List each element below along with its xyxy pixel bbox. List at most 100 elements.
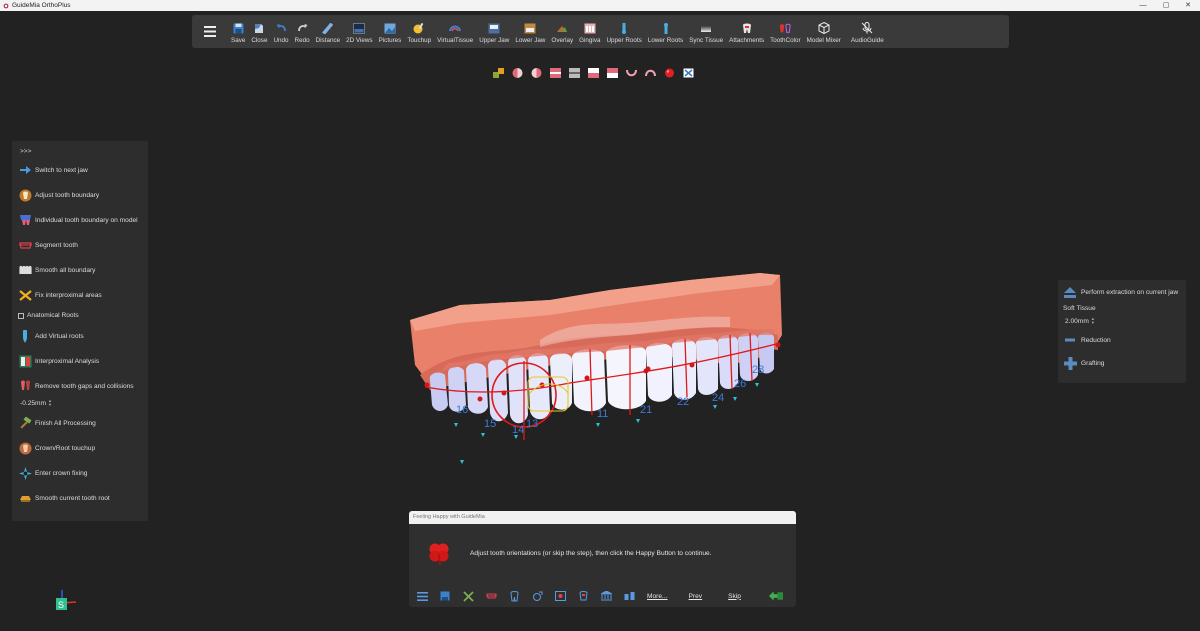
- cyan-marker: [514, 435, 518, 439]
- view-lower-arch-icon[interactable]: [624, 67, 638, 79]
- tooth-number-22: 22: [677, 396, 689, 408]
- spin-arrows-icon[interactable]: ▲ ▼: [1091, 317, 1095, 325]
- view-left-icon[interactable]: [510, 67, 524, 79]
- happy-clover-icon[interactable]: [426, 540, 452, 566]
- smooth-root-label: Smooth current tooth root: [35, 494, 110, 502]
- hamburger-icon: [204, 26, 216, 37]
- cyan-marker: [596, 423, 600, 427]
- adjust-tooth-boundary-button[interactable]: Adjust tooth boundary: [18, 188, 142, 202]
- smooth-all-boundary-button[interactable]: Smooth all boundary: [18, 263, 142, 277]
- finish-processing-button[interactable]: Finish All Processing: [18, 416, 142, 430]
- attachments-label: Attachments: [729, 37, 765, 44]
- gingiva-button[interactable]: Gingiva: [576, 15, 603, 48]
- redo-button[interactable]: Redo: [292, 15, 313, 48]
- anatomical-roots-checkbox[interactable]: Anatomical Roots: [18, 312, 142, 319]
- minimize-button[interactable]: —: [1136, 0, 1150, 11]
- cyan-marker: [636, 419, 640, 423]
- soft-tissue-spinbox[interactable]: 2.00mm ▲ ▼: [1063, 317, 1181, 325]
- view-sphere-icon[interactable]: [662, 67, 676, 79]
- switch-next-jaw-button[interactable]: Switch to next jaw: [18, 163, 142, 177]
- remove-gaps-button[interactable]: Remove tooth gaps and collisions: [18, 379, 142, 393]
- enter-crown-fixing-button[interactable]: Enter crown fixing: [18, 466, 142, 480]
- guide-save-icon[interactable]: [438, 589, 452, 603]
- tooth-number-21: 21: [640, 404, 652, 416]
- guide-teeth-icon[interactable]: [622, 589, 636, 603]
- virtual-tissue-button[interactable]: VirtualTissue: [434, 15, 476, 48]
- spin-arrows-icon[interactable]: ▲ ▼: [48, 399, 52, 407]
- upper-jaw-label: Upper Jaw: [479, 37, 510, 44]
- view-top-icon[interactable]: [586, 67, 600, 79]
- lower-roots-button[interactable]: Lower Roots: [645, 15, 686, 48]
- view-3d-icon[interactable]: [491, 67, 505, 79]
- minus-icon: [1063, 333, 1077, 347]
- close-window-button[interactable]: ✕: [1181, 0, 1195, 11]
- guide-building-icon[interactable]: [599, 589, 613, 603]
- grafting-button[interactable]: Grafting: [1063, 356, 1181, 370]
- segment-tooth-button[interactable]: Segment tooth: [18, 238, 142, 252]
- cyan-marker: [733, 397, 737, 401]
- gap-value-spinbox[interactable]: -0.25mm ▲ ▼: [18, 399, 142, 407]
- tooth-color-button[interactable]: ToothColor: [767, 15, 803, 48]
- lower-jaw-button[interactable]: Lower Jaw: [512, 15, 548, 48]
- sync-tissue-button[interactable]: Sync Tissue: [686, 15, 726, 48]
- skip-link[interactable]: Skip: [728, 593, 741, 600]
- crown-root-touchup-button[interactable]: Crown/Root touchup: [18, 441, 142, 455]
- attachments-button[interactable]: Attachments: [726, 15, 767, 48]
- guide-attachment-icon[interactable]: [576, 589, 590, 603]
- more-link[interactable]: More...: [647, 593, 668, 600]
- dental-model-viewport[interactable]: 16 15 14 13 11 21 22 24 26 28: [400, 265, 790, 475]
- anatomical-roots-box[interactable]: [18, 312, 24, 319]
- crown-fixing-icon: [18, 466, 32, 480]
- 2d-views-button[interactable]: 2D Views: [343, 15, 375, 48]
- sync-tissue-icon: [700, 22, 712, 34]
- audio-guide-label: AudioGuide: [850, 37, 884, 44]
- view-bottom-icon[interactable]: [605, 67, 619, 79]
- touchup-button[interactable]: Touchup: [404, 15, 434, 48]
- guide-segment-icon[interactable]: [484, 589, 498, 603]
- arrow-right-icon: [18, 163, 32, 177]
- reduction-button[interactable]: Reduction: [1063, 333, 1181, 347]
- upper-roots-button[interactable]: Upper Roots: [603, 15, 644, 48]
- smooth-all-boundary-label: Smooth all boundary: [35, 266, 96, 274]
- view-right-icon[interactable]: [529, 67, 543, 79]
- guide-hammer-icon[interactable]: [461, 589, 475, 603]
- menu-button[interactable]: [192, 15, 228, 48]
- view-back-icon[interactable]: [567, 67, 581, 79]
- model-mixer-button[interactable]: Model Mixer: [804, 15, 844, 48]
- guide-image-icon[interactable]: [553, 589, 567, 603]
- view-upper-arch-icon[interactable]: [643, 67, 657, 79]
- undo-button[interactable]: Undo: [270, 15, 291, 48]
- guide-menu-icon[interactable]: [415, 589, 429, 603]
- add-virtual-roots-label: Add Virtual roots: [35, 332, 84, 340]
- tooth-23: [672, 339, 696, 400]
- expand-panel-button[interactable]: >>>: [18, 145, 142, 159]
- guide-tooth-icon[interactable]: [507, 589, 521, 603]
- individual-tooth-boundary-button[interactable]: Individual tooth boundary on model: [18, 213, 142, 227]
- tooth-number-16: 16: [456, 404, 468, 416]
- view-fit-icon[interactable]: [681, 67, 695, 79]
- close-button[interactable]: Close: [248, 15, 270, 48]
- prev-link[interactable]: Prev: [689, 593, 703, 600]
- smooth-root-button[interactable]: Smooth current tooth root: [18, 491, 142, 505]
- distance-button[interactable]: Distance: [313, 15, 344, 48]
- add-virtual-roots-button[interactable]: Add Virtual roots: [18, 329, 142, 343]
- guide-rotate-icon[interactable]: [530, 589, 544, 603]
- window-title: GuideMia OrthoPlus: [12, 2, 71, 9]
- save-button[interactable]: Save: [228, 15, 248, 48]
- perform-extraction-button[interactable]: Perform extraction on current jaw: [1063, 285, 1181, 299]
- remove-gaps-icon: [18, 379, 32, 393]
- audio-guide-button[interactable]: AudioGuide: [848, 15, 887, 48]
- view-front-icon[interactable]: [548, 67, 562, 79]
- overlay-button[interactable]: Overlay: [548, 15, 576, 48]
- plus-icon: [1063, 356, 1077, 370]
- upper-jaw-button[interactable]: Upper Jaw: [476, 15, 512, 48]
- pictures-button[interactable]: Pictures: [376, 15, 405, 48]
- gingiva-icon: [584, 22, 596, 34]
- upper-jaw-icon: [488, 22, 500, 34]
- interproximal-analysis-button[interactable]: Interproximal Analysis: [18, 354, 142, 368]
- fix-interproximal-button[interactable]: Fix interproximal areas: [18, 288, 142, 302]
- happy-button-icon[interactable]: [768, 589, 783, 603]
- view-orientation-bar: [491, 66, 695, 80]
- maximize-button[interactable]: ▢: [1159, 0, 1173, 11]
- gap-value-text: -0.25mm: [20, 399, 47, 407]
